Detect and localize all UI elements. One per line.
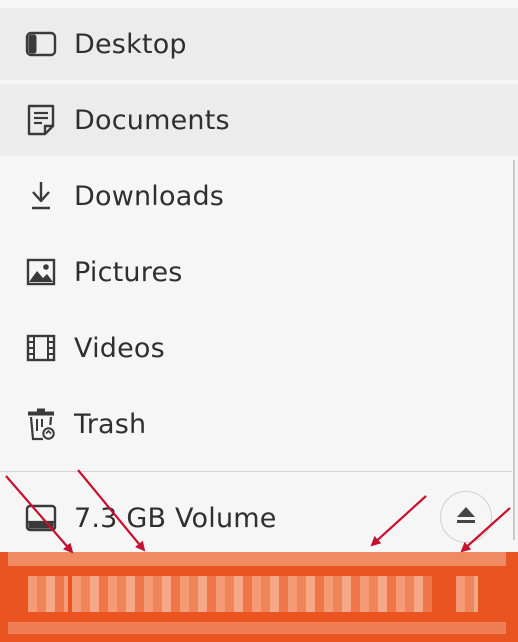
video-icon bbox=[24, 331, 58, 365]
sidebar-item-downloads[interactable]: Downloads bbox=[0, 160, 518, 232]
eject-icon bbox=[455, 505, 477, 529]
sidebar-item-label: 7.3 GB Volume bbox=[74, 502, 277, 534]
selection-lower-band bbox=[8, 622, 506, 634]
sidebar-item-desktop[interactable]: Desktop bbox=[0, 8, 518, 80]
sidebar-item-label: Videos bbox=[74, 332, 165, 364]
sidebar-item-trash[interactable]: Trash bbox=[0, 388, 518, 460]
document-icon bbox=[24, 103, 58, 137]
selection-highlight-band bbox=[8, 552, 506, 566]
sidebar-item-label: Desktop bbox=[74, 28, 187, 60]
picture-icon bbox=[24, 255, 58, 289]
sidebar-item-label: Trash bbox=[74, 408, 147, 440]
eject-button[interactable] bbox=[440, 491, 492, 543]
sidebar-item-documents[interactable]: Documents bbox=[0, 84, 518, 156]
sidebar-item-videos[interactable]: Videos bbox=[0, 312, 518, 384]
download-icon bbox=[24, 179, 58, 213]
redacted-action-pixels bbox=[456, 576, 478, 612]
sidebar-item-selected-redacted[interactable] bbox=[0, 552, 518, 642]
sidebar-item-label: Pictures bbox=[74, 256, 183, 288]
sidebar-item-pictures[interactable]: Pictures bbox=[0, 236, 518, 308]
sidebar-item-label: Documents bbox=[74, 104, 230, 136]
sidebar-item-label: Downloads bbox=[74, 180, 225, 212]
top-strip bbox=[0, 0, 518, 8]
places-sidebar: Desktop Documents Downloads Pictures Vid… bbox=[0, 0, 518, 642]
redacted-icon-pixels bbox=[28, 576, 68, 612]
redacted-label-pixels bbox=[72, 576, 432, 612]
trash-icon bbox=[24, 407, 58, 441]
desktop-icon bbox=[24, 27, 58, 61]
sidebar-separator bbox=[0, 471, 512, 472]
drive-icon bbox=[24, 501, 58, 535]
